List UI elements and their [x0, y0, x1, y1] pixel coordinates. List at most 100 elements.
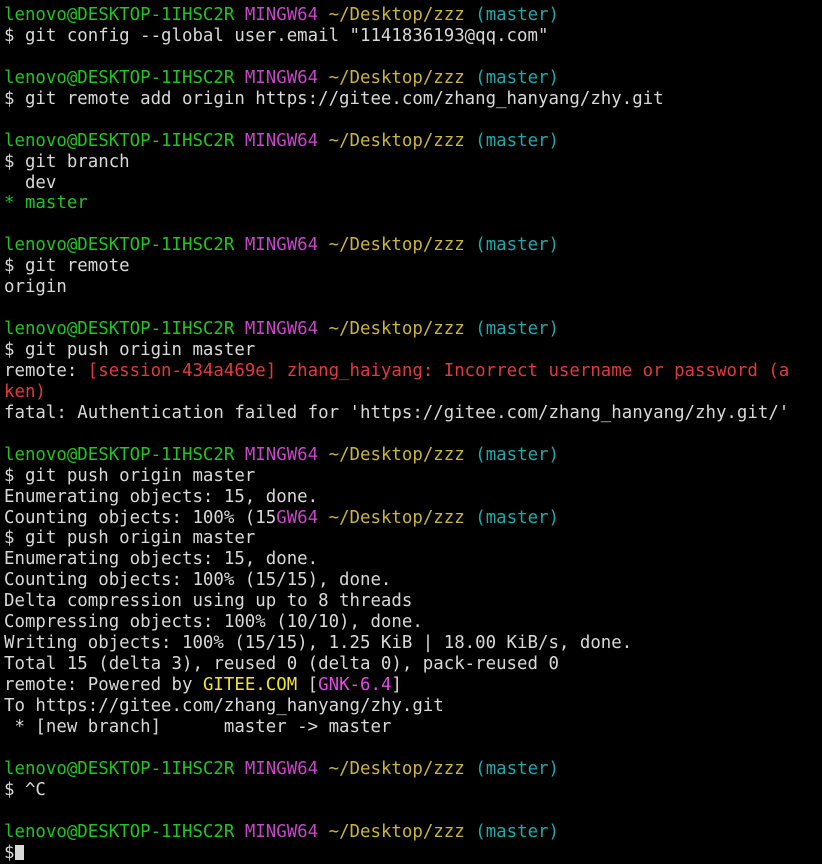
text-user: lenovo@DESKTOP-1IHSC2R: [4, 758, 235, 779]
terminal-line: $: [4, 843, 822, 864]
terminal-line: $ git push origin master: [4, 466, 822, 487]
text-segment: [318, 5, 328, 25]
text-path: ~/Desktop/zzz: [328, 5, 465, 25]
text-system: MINGW64: [244, 758, 319, 779]
text-segment: $ git branch: [4, 151, 130, 172]
text-segment: [318, 131, 328, 151]
text-segment: [465, 68, 475, 88]
terminal-line: remote: [session-434a469e] zhang_haiyang…: [4, 361, 822, 382]
text-user: lenovo@DESKTOP-1IHSC2R: [4, 5, 235, 25]
text-segment: [234, 319, 244, 339]
text-user: lenovo@DESKTOP-1IHSC2R: [4, 319, 235, 340]
text-user: lenovo@DESKTOP-1IHSC2R: [4, 235, 235, 256]
text-segment: To https://gitee.com/zhang_hanyang/zhy.g…: [4, 695, 444, 716]
terminal-line: $ git remote add origin https://gitee.co…: [4, 89, 822, 110]
text-segment: $ git push origin master: [4, 465, 256, 486]
text-system: MINGW64: [244, 130, 319, 151]
text-segment: [465, 508, 475, 528]
terminal-line: remote: Powered by GITEE.COM [GNK-6.4]: [4, 675, 822, 696]
text-segment: $ git remote: [4, 256, 130, 277]
terminal-line: Delta compression using up to 8 threads: [4, 591, 822, 612]
text-segment: ]: [391, 675, 402, 695]
terminal-line: Writing objects: 100% (15/15), 1.25 KiB …: [4, 633, 822, 654]
text-segment: $: [4, 842, 15, 863]
text-segment: [234, 131, 244, 151]
block-cursor: [15, 844, 25, 860]
terminal-line: lenovo@DESKTOP-1IHSC2R MINGW64 ~/Desktop…: [4, 5, 822, 26]
terminal-line: $ git push origin master: [4, 528, 822, 549]
text-segment: [234, 68, 244, 88]
terminal-line: fatal: Authentication failed for 'https:…: [4, 403, 822, 424]
terminal-line: Compressing objects: 100% (10/10), done.: [4, 612, 822, 633]
text-user: * master: [4, 193, 88, 214]
text-segment: $ git config --global user.email "114183…: [4, 25, 549, 46]
text-segment: Enumerating objects: 15, done.: [4, 549, 319, 570]
text-segment: [318, 68, 328, 88]
text-segment: $ git push origin master: [4, 528, 256, 549]
text-segment: [318, 445, 328, 465]
text-segment: [318, 508, 328, 528]
terminal-line: lenovo@DESKTOP-1IHSC2R MINGW64 ~/Desktop…: [4, 822, 822, 843]
terminal-window[interactable]: lenovo@DESKTOP-1IHSC2R MINGW64 ~/Desktop…: [0, 0, 822, 864]
terminal-line: lenovo@DESKTOP-1IHSC2R MINGW64 ~/Desktop…: [4, 235, 822, 256]
terminal-line: * [new branch] master -> master: [4, 717, 822, 738]
text-system: MINGW64: [244, 444, 319, 465]
text-user: lenovo@DESKTOP-1IHSC2R: [4, 130, 235, 151]
text-segment: [465, 131, 475, 151]
terminal-line: lenovo@DESKTOP-1IHSC2R MINGW64 ~/Desktop…: [4, 131, 822, 152]
text-system: MINGW64: [244, 821, 319, 842]
text-segment: [234, 235, 244, 255]
text-path: ~/Desktop/zzz: [328, 444, 465, 465]
text-segment: Delta compression using up to 8 threads: [4, 591, 413, 612]
text-branch: (master): [475, 67, 559, 88]
text-segment: [318, 759, 328, 779]
text-system: MINGW64: [244, 67, 319, 88]
terminal-line: Counting objects: 100% (15/15), done.: [4, 570, 822, 591]
terminal-line: lenovo@DESKTOP-1IHSC2R MINGW64 ~/Desktop…: [4, 759, 822, 780]
text-system: MINGW64: [244, 5, 319, 25]
text-path: ~/Desktop/zzz: [328, 821, 465, 842]
terminal-line: To https://gitee.com/zhang_hanyang/zhy.g…: [4, 696, 822, 717]
text-segment: [465, 759, 475, 779]
text-segment: [465, 5, 475, 25]
terminal-line: Enumerating objects: 15, done.: [4, 487, 822, 508]
text-branch: (master): [475, 235, 559, 256]
terminal-line: ken): [4, 382, 822, 403]
text-system: GW64: [276, 507, 319, 528]
text-segment: origin: [4, 277, 67, 298]
terminal-line: Enumerating objects: 15, done.: [4, 549, 822, 570]
text-segment: [318, 319, 328, 339]
text-segment: fatal: Authentication failed for 'https:…: [4, 402, 790, 423]
text-system: MINGW64: [244, 235, 319, 256]
text-segment: [234, 445, 244, 465]
text-branch: (master): [475, 130, 559, 151]
text-path: ~/Desktop/zzz: [328, 758, 465, 779]
text-segment: [234, 759, 244, 779]
text-segment: Enumerating objects: 15, done.: [4, 486, 319, 507]
text-segment: $ git remote add origin https://gitee.co…: [4, 88, 664, 109]
text-segment: remote: Powered by: [4, 675, 203, 695]
text-system: MINGW64: [244, 319, 319, 340]
text-branch: (master): [475, 507, 559, 528]
terminal-line: $ git push origin master: [4, 340, 822, 361]
terminal-line: $ ^C: [4, 780, 822, 801]
text-segment: dev: [4, 172, 57, 193]
text-segment: $ ^C: [4, 779, 46, 800]
terminal-output[interactable]: lenovo@DESKTOP-1IHSC2R MINGW64 ~/Desktop…: [4, 5, 822, 863]
text-segment: [: [297, 675, 319, 695]
terminal-line: Counting objects: 100% (15GW64 ~/Desktop…: [4, 508, 822, 529]
terminal-line: * master: [4, 193, 822, 214]
terminal-line: origin: [4, 277, 822, 298]
text-path: ~/Desktop/zzz: [328, 235, 465, 256]
text-branch: (master): [475, 821, 559, 842]
text-segment: Compressing objects: 100% (10/10), done.: [4, 612, 423, 633]
text-error: [session-434a469e] zhang_haiyang: Incorr…: [87, 360, 790, 381]
terminal-line: lenovo@DESKTOP-1IHSC2R MINGW64 ~/Desktop…: [4, 445, 822, 466]
text-path: ~/Desktop/zzz: [328, 67, 465, 88]
terminal-line: dev: [4, 173, 822, 194]
text-branch: (master): [475, 319, 559, 340]
